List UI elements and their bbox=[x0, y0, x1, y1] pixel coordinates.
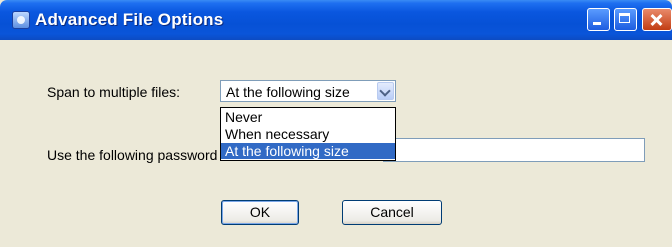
span-combobox[interactable]: At the following size bbox=[220, 80, 396, 102]
option-when-necessary[interactable]: When necessary bbox=[221, 126, 395, 142]
option-never[interactable]: Never bbox=[221, 109, 395, 125]
option-at-following-size[interactable]: At the following size bbox=[221, 143, 395, 159]
ok-button[interactable]: OK bbox=[221, 200, 299, 225]
dialog-window: Advanced File Options Span to multiple f… bbox=[0, 0, 672, 247]
app-icon bbox=[12, 11, 30, 29]
password-field[interactable] bbox=[383, 138, 645, 162]
span-label: Span to multiple files: bbox=[47, 84, 181, 100]
cancel-button[interactable]: Cancel bbox=[342, 200, 442, 225]
close-icon[interactable] bbox=[642, 8, 672, 31]
password-label: Use the following password bbox=[47, 147, 218, 163]
span-dropdown-list: Never When necessary At the following si… bbox=[220, 107, 396, 161]
span-selected-value: At the following size bbox=[226, 84, 350, 100]
minimize-icon[interactable] bbox=[587, 8, 610, 31]
title-bar[interactable]: Advanced File Options bbox=[0, 0, 672, 40]
window-title: Advanced File Options bbox=[35, 10, 224, 29]
maximize-icon[interactable] bbox=[614, 8, 637, 31]
chevron-down-icon[interactable] bbox=[377, 82, 394, 100]
